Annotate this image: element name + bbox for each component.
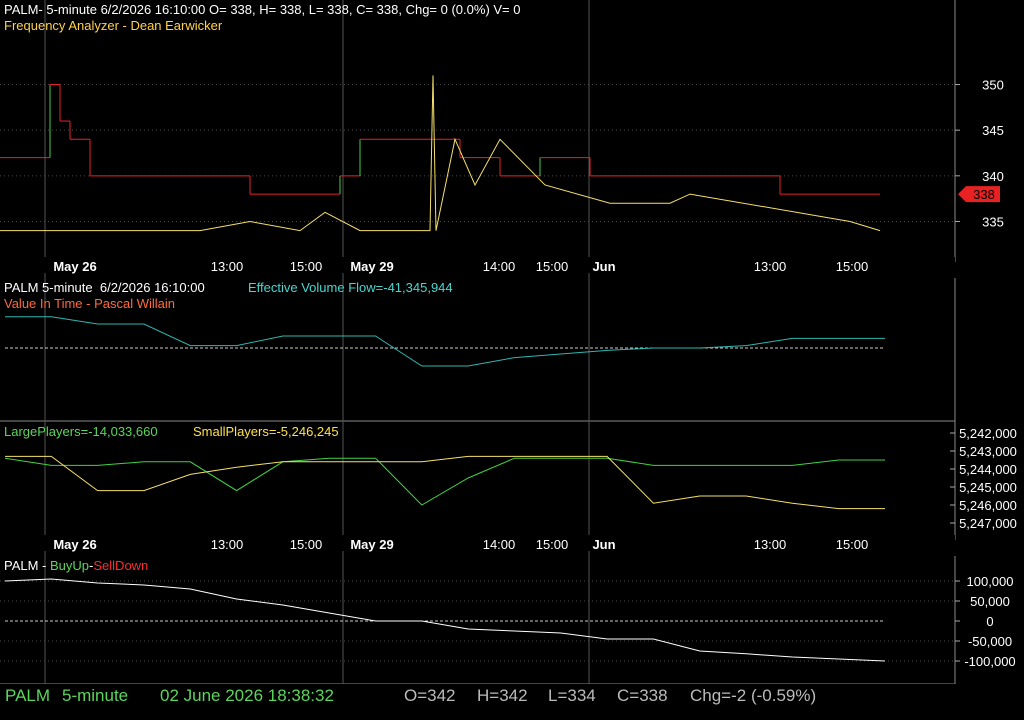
p3-y-tick-label-3: 5,245,000	[959, 480, 1017, 495]
x-tick-label-1-2: 15:00	[290, 537, 323, 552]
x-tick-label-0-6: Jun	[592, 259, 615, 274]
x-tick-label-0-0: May 26	[53, 259, 96, 274]
p3-y-tick-label-2: 5,244,000	[959, 462, 1017, 477]
panel1-header: PALM- 5-minute 6/2/2026 16:10:00 O= 338,…	[4, 2, 521, 17]
p1-y-tick-label-1: 340	[982, 169, 1004, 184]
x-tick-label-0-7: 13:00	[754, 259, 787, 274]
x-tick-label-0-5: 15:00	[536, 259, 569, 274]
status-bar: PALM 5-minute 02 June 2026 18:38:32 O=34…	[0, 684, 1024, 720]
buy-up-label: BuyUp	[50, 558, 90, 573]
p4-cumulative-line	[4, 578, 886, 662]
x-tick-label-0-4: 14:00	[483, 259, 516, 274]
status-symbol: PALM	[5, 686, 51, 705]
x-tick-label-0-8: 15:00	[836, 259, 869, 274]
status-close: C=338	[617, 686, 668, 705]
time-axis-bg-1	[0, 535, 955, 551]
p4-y-tick-label-0: 100,000	[967, 574, 1014, 589]
x-tick-label-1-8: 15:00	[836, 537, 869, 552]
panel2-flow-label: Effective Volume Flow=-41,345,944	[248, 280, 453, 295]
p3-y-tick-label-5: 5,247,000	[959, 516, 1017, 531]
x-tick-label-1-5: 15:00	[536, 537, 569, 552]
status-interval: 5-minute	[62, 686, 129, 705]
panel1-indicator-title: Frequency Analyzer - Dean Earwicker	[4, 18, 223, 33]
time-axis-bg-0	[0, 257, 955, 273]
p2-flow-line	[5, 316, 885, 367]
p1-y-tick-label-2: 345	[982, 123, 1004, 138]
x-tick-label-0-1: 13:00	[211, 259, 244, 274]
x-tick-label-1-4: 14:00	[483, 537, 516, 552]
p4-y-tick-label-1: 50,000	[970, 594, 1010, 609]
p1-y-tick-label-0: 335	[982, 214, 1004, 229]
p3-y-tick-label-0: 5,242,000	[959, 426, 1017, 441]
p4-y-tick-label-3: -50,000	[968, 634, 1012, 649]
small-players-label: SmallPlayers=-5,246,245	[193, 424, 339, 439]
p3-series-SmallPlayers	[5, 455, 885, 510]
panel4-title: PALM - BuyUp-SellDown	[4, 558, 148, 574]
status-high: H=342	[477, 686, 528, 705]
p3-y-tick-label-1: 5,243,000	[959, 444, 1017, 459]
p4-y-tick-label-4: -100,000	[964, 654, 1015, 669]
panel2-indicator-title: Value In Time - Pascal Willain	[4, 296, 175, 311]
large-players-label: LargePlayers=-14,033,660	[4, 424, 158, 439]
chart-canvas: May 26 13:00 15:00 May 29 14:00 15:00 Jun 13:00…	[0, 0, 1017, 685]
panel2-header: PALM 5-minute 6/2/2026 16:10:00	[4, 280, 205, 295]
panel4-title-prefix: PALM -	[4, 558, 50, 573]
status-low: L=334	[548, 686, 596, 705]
x-tick-label-1-1: 13:00	[211, 537, 244, 552]
sell-down-label: SellDown	[93, 558, 149, 573]
x-tick-label-1-7: 13:00	[754, 537, 787, 552]
x-tick-label-1-6: Jun	[592, 537, 615, 552]
p1-y-tick-label-3: 350	[982, 78, 1004, 93]
p1-yellow-line	[0, 75, 881, 232]
p4-y-tick-label-2: 0	[986, 614, 993, 629]
status-open: O=342	[404, 686, 456, 705]
p3-series-LargePlayers	[4, 457, 885, 506]
x-tick-label-1-3: May 29	[350, 537, 393, 552]
x-tick-label-0-2: 15:00	[290, 259, 323, 274]
x-tick-label-1-0: May 26	[53, 537, 96, 552]
last-price-tag-label: 338	[973, 187, 995, 202]
status-datetime: 02 June 2026 18:38:32	[160, 686, 334, 705]
status-change: Chg=-2 (-0.59%)	[690, 686, 817, 705]
p3-y-tick-label-4: 5,246,000	[959, 498, 1017, 513]
x-tick-label-0-3: May 29	[350, 259, 393, 274]
